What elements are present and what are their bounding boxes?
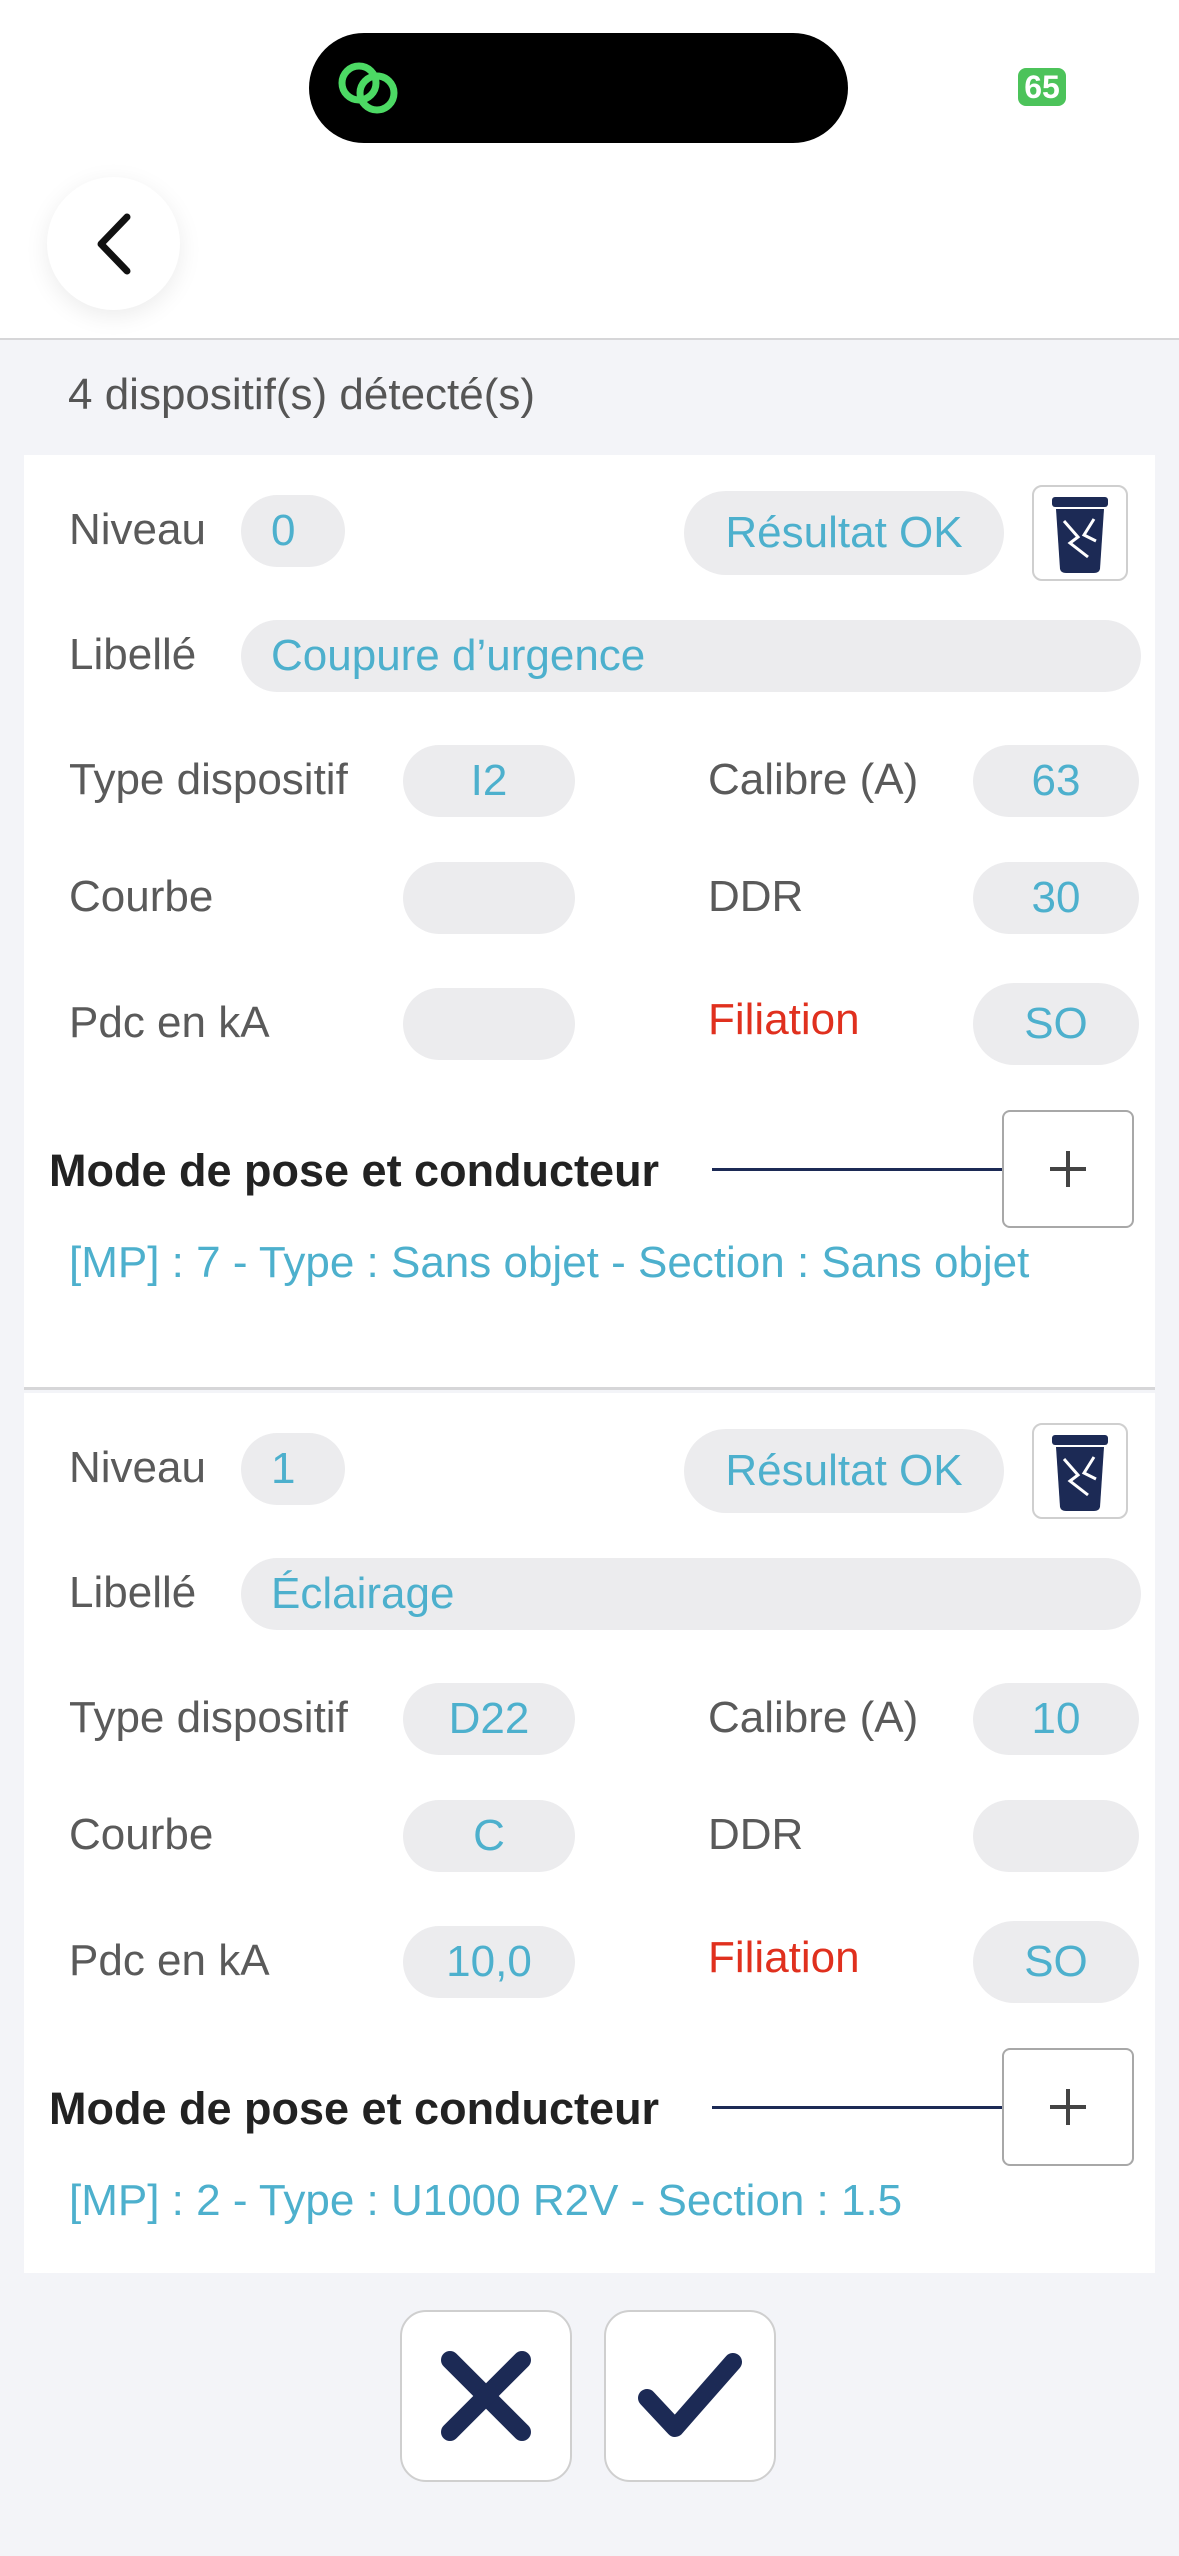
courbe-field[interactable] — [403, 862, 575, 934]
filiation-field[interactable]: SO — [973, 1921, 1139, 2003]
type-dispositif-field[interactable]: I2 — [403, 745, 575, 817]
libelle-label: Libellé — [69, 630, 197, 679]
confirm-button[interactable] — [604, 2310, 776, 2482]
trash-icon-button[interactable] — [1032, 1423, 1128, 1519]
calibre-field[interactable]: 10 — [973, 1683, 1139, 1755]
libelle-label: Libellé — [69, 1568, 197, 1617]
niveau-value[interactable]: 1 — [241, 1433, 345, 1505]
mode-pose-title: Mode de pose et conducteur — [49, 1145, 660, 1196]
dynamic-island — [309, 33, 848, 143]
ddr-label: DDR — [708, 872, 804, 921]
plus-icon — [1050, 2089, 1086, 2125]
plus-icon — [1050, 1151, 1086, 1187]
filiation-field[interactable]: SO — [973, 983, 1139, 1065]
pdc-field[interactable]: 10,0 — [403, 1926, 575, 1998]
mode-pose-text: [MP] : 7 - Type : Sans objet - Section :… — [69, 1238, 1030, 1287]
section-divider-line — [712, 2106, 1002, 2109]
libelle-field[interactable]: Éclairage — [241, 1558, 1141, 1630]
add-mode-pose-button[interactable] — [1002, 1110, 1134, 1228]
trash-icon-button[interactable] — [1032, 485, 1128, 581]
add-mode-pose-button[interactable] — [1002, 2048, 1134, 2166]
device-card: Niveau 0 Résultat OK Libellé Coupure d’u… — [24, 455, 1155, 1390]
device-card: Niveau 1 Résultat OK Libellé Éclairage T… — [24, 1393, 1155, 2273]
checkmark-icon — [638, 2353, 742, 2437]
battery-indicator: 65 — [1018, 68, 1066, 106]
ddr-field[interactable]: 30 — [973, 862, 1139, 934]
ddr-field[interactable] — [973, 1800, 1139, 1872]
libelle-field[interactable]: Coupure d’urgence — [241, 620, 1141, 692]
courbe-label: Courbe — [69, 1810, 214, 1859]
back-button[interactable] — [47, 177, 180, 310]
mode-pose-text: [MP] : 2 - Type : U1000 R2V - Section : … — [69, 2176, 903, 2225]
niveau-label: Niveau — [69, 505, 206, 554]
result-status-badge[interactable]: Résultat OK — [684, 1429, 1004, 1513]
filiation-label: Filiation — [708, 995, 860, 1044]
type-dispositif-label: Type dispositif — [69, 755, 348, 804]
courbe-field[interactable]: C — [403, 1800, 575, 1872]
pdc-label: Pdc en kA — [69, 998, 270, 1047]
top-bar: 65 — [0, 0, 1179, 340]
courbe-label: Courbe — [69, 872, 214, 921]
type-dispositif-field[interactable]: D22 — [403, 1683, 575, 1755]
trash-icon — [1052, 497, 1108, 573]
pdc-field[interactable] — [403, 988, 575, 1060]
cancel-button[interactable] — [400, 2310, 572, 2482]
trash-icon — [1052, 1435, 1108, 1511]
link-icon — [338, 62, 398, 114]
result-status-badge[interactable]: Résultat OK — [684, 491, 1004, 575]
type-dispositif-label: Type dispositif — [69, 1693, 348, 1742]
niveau-value[interactable]: 0 — [241, 495, 345, 567]
calibre-label: Calibre (A) — [708, 755, 919, 804]
device-count-summary: 4 dispositif(s) détecté(s) — [68, 370, 536, 419]
section-divider-line — [712, 1168, 1002, 1171]
close-icon — [441, 2351, 531, 2441]
filiation-label: Filiation — [708, 1933, 860, 1982]
ddr-label: DDR — [708, 1810, 804, 1859]
chevron-left-icon — [97, 213, 130, 274]
niveau-label: Niveau — [69, 1443, 206, 1492]
mode-pose-title: Mode de pose et conducteur — [49, 2083, 660, 2134]
calibre-field[interactable]: 63 — [973, 745, 1139, 817]
pdc-label: Pdc en kA — [69, 1936, 270, 1985]
calibre-label: Calibre (A) — [708, 1693, 919, 1742]
